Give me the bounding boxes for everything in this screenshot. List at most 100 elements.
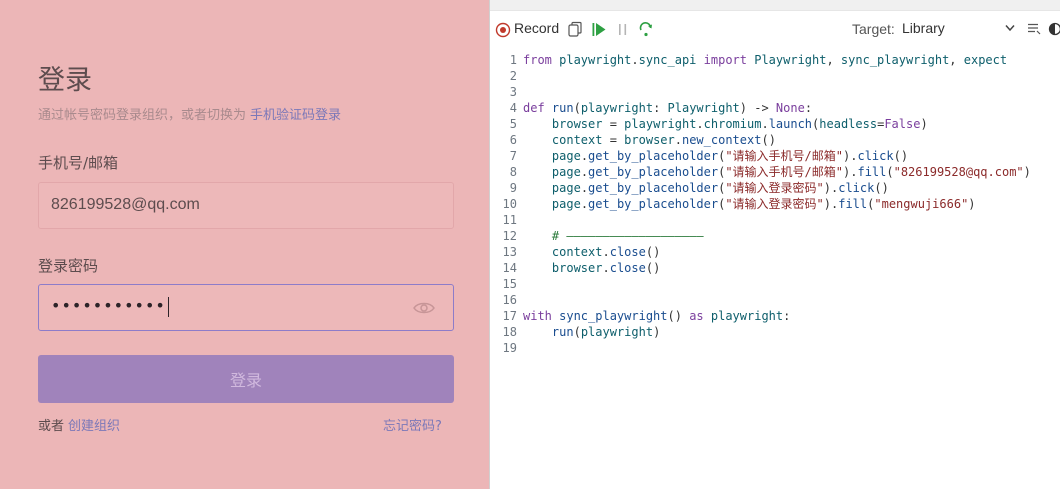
pause-icon[interactable] bbox=[615, 20, 631, 38]
code-line: 19 bbox=[490, 340, 523, 356]
code-token: , bbox=[826, 53, 841, 67]
line-number: 8 bbox=[509, 165, 517, 179]
code-token: sync_playwright bbox=[559, 309, 668, 323]
playwright-inspector: Record Target: Library 1 from playwright… bbox=[489, 0, 1060, 489]
forgot-password-link[interactable]: 忘记密码? bbox=[383, 415, 442, 434]
code-token: () bbox=[645, 245, 661, 259]
code-token: False bbox=[884, 117, 921, 131]
chevron-down-icon[interactable] bbox=[1005, 24, 1015, 32]
code-token: playwright bbox=[580, 325, 654, 339]
window-titlebar bbox=[490, 0, 1060, 11]
code-token: context bbox=[551, 245, 603, 259]
resume-icon[interactable] bbox=[591, 20, 607, 38]
line-number: 6 bbox=[509, 133, 517, 147]
code-token: () bbox=[893, 149, 909, 163]
code-line: 16 bbox=[490, 292, 523, 308]
code-token: . bbox=[696, 117, 704, 131]
record-button[interactable]: Record bbox=[514, 20, 559, 36]
code-token: Playwright bbox=[754, 53, 827, 67]
login-button[interactable]: 登录 bbox=[38, 355, 454, 403]
code-line: 8 page.get_by_placeholder ("请输入手机号/邮箱").f… bbox=[490, 164, 1031, 180]
code-token: def bbox=[523, 101, 552, 115]
line-number: 2 bbox=[509, 69, 517, 83]
code-token: page bbox=[551, 149, 581, 163]
code-token: ) -> bbox=[739, 101, 776, 115]
line-number: 13 bbox=[502, 245, 517, 259]
code-token: context bbox=[551, 133, 603, 147]
code-token: : bbox=[783, 309, 791, 323]
code-line: 2 bbox=[490, 68, 523, 84]
line-number: 11 bbox=[502, 213, 517, 227]
code-token: playwright bbox=[580, 101, 654, 115]
code-token: run bbox=[551, 101, 574, 115]
code-token: get_by_placeholder bbox=[588, 181, 719, 195]
account-input[interactable]: 826199528@qq.com bbox=[38, 182, 454, 229]
account-input-value: 826199528@qq.com bbox=[51, 196, 200, 213]
code-token: . bbox=[602, 261, 610, 275]
line-number: 10 bbox=[502, 197, 517, 211]
code-token: new_context bbox=[681, 133, 762, 147]
code-line: 18 run(playwright) bbox=[490, 324, 661, 340]
step-over-icon[interactable] bbox=[638, 20, 654, 38]
code-token: playwright bbox=[710, 309, 784, 323]
code-token: () bbox=[874, 181, 889, 195]
login-subtitle: 通过帐号密码登录组织，或者切换为 手机验证码登录 bbox=[38, 104, 341, 123]
code-token: ). bbox=[843, 165, 858, 179]
eye-icon[interactable] bbox=[413, 299, 435, 317]
code-line: 17 with sync_playwright() as playwright: bbox=[490, 308, 791, 324]
code-token: "请输入登录密码" bbox=[725, 181, 824, 195]
line-number: 19 bbox=[502, 341, 517, 355]
code-token: as bbox=[689, 309, 711, 323]
code-token: () bbox=[667, 309, 690, 323]
code-token: "请输入登录密码" bbox=[725, 197, 824, 211]
code-token: browser bbox=[551, 117, 603, 131]
copy-icon[interactable] bbox=[567, 20, 583, 38]
lines-icon[interactable] bbox=[1027, 23, 1041, 35]
line-number: 14 bbox=[502, 261, 517, 275]
record-icon[interactable] bbox=[495, 20, 511, 38]
line-number: 7 bbox=[509, 149, 517, 163]
code-line: 10 page.get_by_placeholder("请输入登录密码").fi… bbox=[490, 196, 976, 212]
code-line: 3 bbox=[490, 84, 523, 100]
code-editor[interactable]: 1 from playwright.sync_api import Playwri… bbox=[490, 50, 1060, 489]
code-token: Playwright bbox=[667, 101, 740, 115]
code-token: close bbox=[609, 261, 646, 275]
code-token: ) bbox=[1023, 165, 1031, 179]
code-token: . bbox=[631, 53, 639, 67]
login-page: 登录 通过帐号密码登录组织，或者切换为 手机验证码登录 手机号/邮箱 826199… bbox=[0, 0, 489, 489]
line-number: 5 bbox=[509, 117, 517, 131]
create-org-link[interactable]: 创建组织 bbox=[68, 419, 120, 434]
code-line: 15 bbox=[490, 276, 523, 292]
code-token: get_by_placeholder bbox=[588, 149, 719, 163]
code-token: get_by_placeholder bbox=[588, 197, 719, 211]
code-token: ( bbox=[573, 101, 581, 115]
target-select[interactable]: Library bbox=[902, 20, 945, 36]
code-line: 7 page.get_by_placeholder("请输入手机号/邮箱").c… bbox=[490, 148, 908, 164]
line-number: 15 bbox=[502, 277, 517, 291]
code-line: 1 from playwright.sync_api import Playwri… bbox=[490, 52, 1007, 68]
line-number: 12 bbox=[502, 229, 517, 243]
code-token: . bbox=[580, 165, 589, 179]
code-token: fill bbox=[857, 165, 887, 179]
code-token: import bbox=[703, 53, 755, 67]
code-token: chromium bbox=[703, 117, 762, 131]
code-token: click bbox=[857, 149, 894, 163]
sms-login-link[interactable]: 手机验证码登录 bbox=[250, 108, 341, 123]
line-number: 17 bbox=[502, 309, 517, 323]
code-token: ) bbox=[653, 325, 661, 339]
code-token: headless bbox=[819, 117, 878, 131]
line-number: 16 bbox=[502, 293, 517, 307]
password-input[interactable]: ••••••••••• bbox=[38, 284, 454, 331]
theme-toggle-icon[interactable] bbox=[1048, 22, 1060, 36]
code-token: close bbox=[609, 245, 646, 259]
line-number: 1 bbox=[509, 53, 517, 67]
code-token: launch bbox=[768, 117, 813, 131]
code-token: . bbox=[580, 149, 589, 163]
